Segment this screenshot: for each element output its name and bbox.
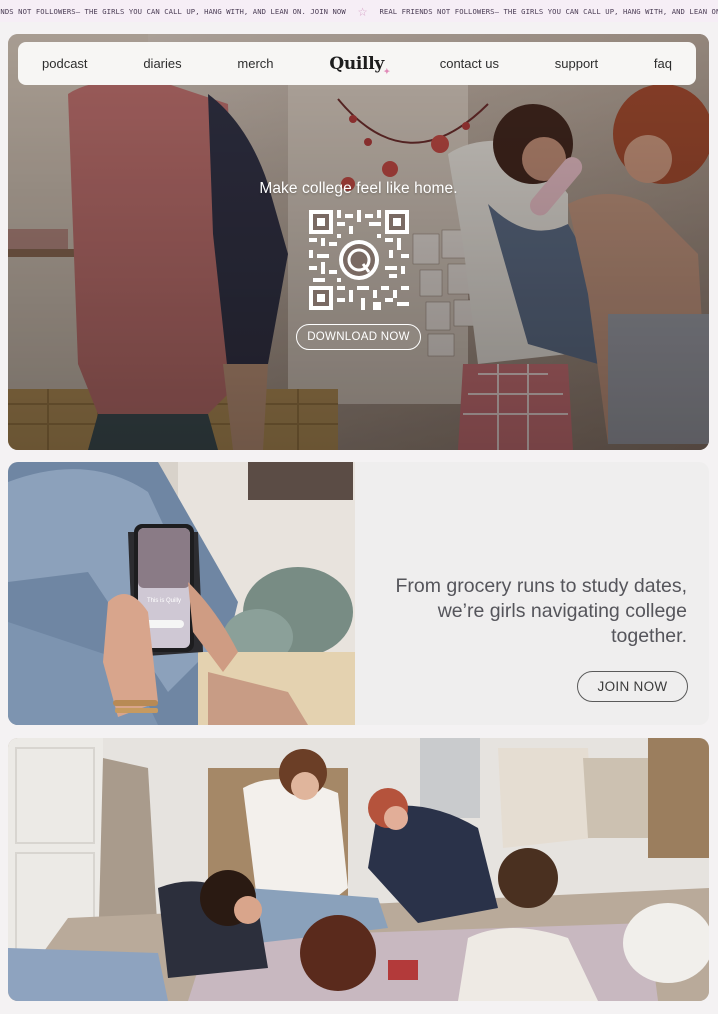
nav-link-faq[interactable]: faq <box>654 56 672 71</box>
about-copy: From grocery runs to study dates, we’re … <box>395 575 687 647</box>
download-now-button[interactable]: DOWNLOAD NOW <box>296 324 421 350</box>
sparkle-icon: ✦ <box>383 65 391 76</box>
nav-link-diaries[interactable]: diaries <box>143 56 181 71</box>
friends-photo <box>8 738 709 1001</box>
nav-link-support[interactable]: support <box>555 56 598 71</box>
hero-cta: Make college feel like home. DOWNLOAD NO… <box>8 180 709 350</box>
nav-link-contact-us[interactable]: contact us <box>440 56 499 71</box>
about-section: This is Quilly From grocery runs to stud… <box>8 462 709 725</box>
hero-tagline: Make college feel like home. <box>259 180 458 197</box>
marquee-text: REAL FRIENDS NOT FOLLOWERS— THE GIRLS YO… <box>379 6 718 16</box>
nav-link-podcast[interactable]: podcast <box>42 56 88 71</box>
top-navigation: podcast diaries merch Quilly ✦ contact us… <box>18 42 696 85</box>
logo-text: Quilly <box>329 53 384 74</box>
hero-section: podcast diaries merch Quilly ✦ contact us… <box>8 34 709 450</box>
join-now-button[interactable]: JOIN NOW <box>577 671 688 702</box>
phone-photo: This is Quilly <box>8 462 355 725</box>
friends-photo-section <box>8 738 709 1001</box>
star-icon: ☆ <box>357 1 368 20</box>
marquee-text: ENDS NOT FOLLOWERS— THE GIRLS YOU CAN CA… <box>0 6 346 16</box>
marquee-banner: ENDS NOT FOLLOWERS— THE GIRLS YOU CAN CA… <box>0 0 718 22</box>
qr-code[interactable] <box>308 210 409 310</box>
quilly-logo[interactable]: Quilly ✦ <box>329 53 390 76</box>
phone-screen-title: This is Quilly <box>147 598 181 604</box>
nav-link-merch[interactable]: merch <box>237 56 273 71</box>
